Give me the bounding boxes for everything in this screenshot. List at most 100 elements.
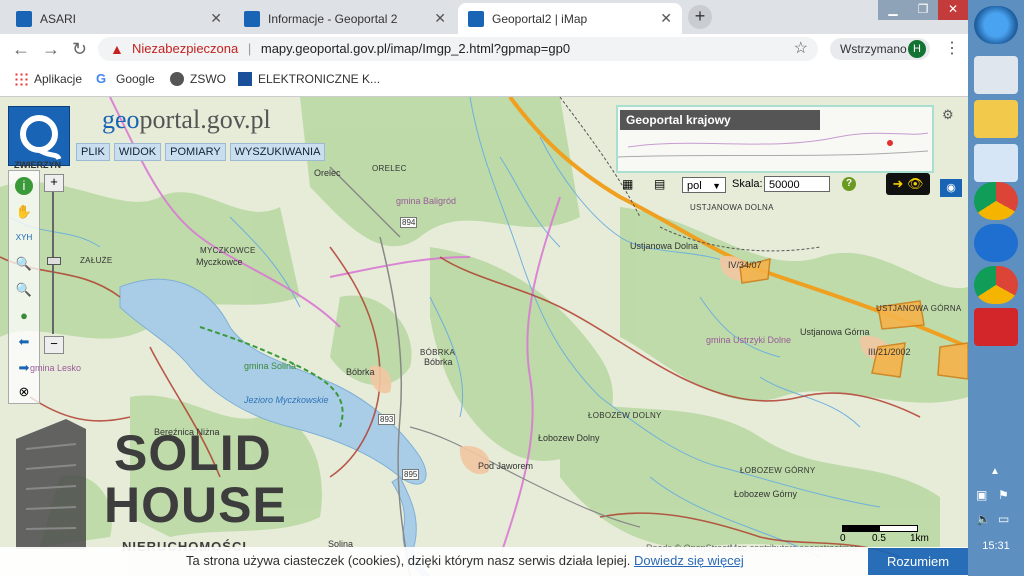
help-icon[interactable]: ? [842, 177, 856, 191]
globe-icon [170, 72, 184, 86]
avatar: H [908, 40, 926, 58]
bookmark-star-icon[interactable]: ☆ [794, 37, 808, 61]
map-label: Jezioro Myczkowskie [244, 395, 329, 405]
speaker-icon[interactable]: 🔈 [976, 512, 991, 526]
cookie-more-link[interactable]: Dowiedz się więcej [634, 553, 744, 568]
menu-kebab-icon[interactable]: ⋮ [944, 38, 960, 58]
map-canvas[interactable]: geoportal.gov.pl PLIK WIDOK POMIARY WYSZ… [0, 97, 968, 576]
back-arrow-icon[interactable]: ⬅ [15, 333, 33, 351]
tab-label: ASARI [40, 11, 77, 26]
tray-chevron-icon[interactable]: ▲ [990, 466, 1000, 477]
flag-icon[interactable]: ⚑ [998, 488, 1009, 502]
menu-widok[interactable]: WIDOK [113, 143, 162, 161]
map-label: ORELEC [372, 164, 407, 173]
menu-pomiary[interactable]: POMIARY [165, 143, 226, 161]
zoom-out-tool-icon[interactable]: 🔍 [15, 281, 33, 299]
map-label: gmina Baligród [396, 196, 457, 206]
road-number: 895 [402, 469, 420, 480]
tab-strip: ASARI ✕ Informacje - Geoportal 2 ✕ Geopo… [0, 0, 968, 34]
chrome-icon[interactable] [974, 182, 1018, 220]
map-label: MYCZKOWCE [200, 246, 256, 255]
watermark-line2: HOUSE [104, 477, 287, 533]
solid-house-watermark: SOLID HOUSE NIERUCHOMOŚCI [0, 415, 290, 565]
scale-tick: 1km [910, 533, 929, 544]
bookmark-apps[interactable]: Aplikacje [14, 72, 82, 86]
clock[interactable]: 15:31 [968, 540, 1024, 552]
zoom-out-button[interactable]: − [44, 336, 64, 354]
calculator-icon[interactable] [974, 56, 1018, 94]
coordinates-icon[interactable]: XYH [15, 229, 33, 247]
maximize-icon[interactable]: ❐ [908, 0, 938, 20]
address-input[interactable]: ▲ Niezabezpieczona | mapy.geoportal.gov.… [98, 37, 818, 61]
map-label: USTJANOWA DOLNA [690, 203, 774, 212]
pan-hand-icon[interactable]: ✋ [15, 203, 33, 221]
thunderbird-icon[interactable] [974, 224, 1018, 262]
close-tab-icon[interactable]: ✕ [210, 10, 222, 27]
scale-bar: 0 0.5 1km [840, 523, 940, 545]
zoom-slider[interactable]: + − [44, 174, 64, 356]
profile-button[interactable]: Wstrzymano H [830, 38, 930, 60]
google-icon: G [96, 71, 107, 86]
bookmark-zswo[interactable]: ZSWO [170, 72, 226, 86]
bookmark-google[interactable]: G Google [96, 71, 155, 87]
close-tab-icon[interactable]: ✕ [434, 10, 446, 27]
scale-label: Skala: [732, 178, 763, 190]
asari-favicon-icon [16, 10, 32, 27]
app-icon[interactable] [974, 308, 1018, 346]
cookie-accept-button[interactable]: Rozumiem [868, 548, 968, 575]
close-tab-icon[interactable]: ✕ [660, 10, 672, 27]
globe-icon[interactable]: ● [15, 307, 33, 325]
geoportal-menu: PLIK WIDOK POMIARY WYSZUKIWANIA [76, 143, 326, 161]
ekw-icon [238, 72, 252, 86]
tab-imap[interactable]: Geoportal2 | iMap ✕ [458, 3, 682, 34]
chrome-icon[interactable] [974, 266, 1018, 304]
zoom-in-tool-icon[interactable]: 🔍 [15, 255, 33, 273]
print-icon[interactable]: ▦ [622, 177, 633, 191]
eye-icon[interactable]: ◉ [940, 179, 962, 197]
reload-icon[interactable]: ↻ [72, 39, 87, 60]
bookmarks-bar: Aplikacje G Google ZSWO ELEKTRONICZNE K.… [0, 64, 968, 97]
chevron-down-icon: ▼ [712, 181, 721, 191]
minimize-icon[interactable]: ▁ [878, 0, 908, 20]
forward-icon[interactable]: → [42, 39, 60, 60]
info-icon[interactable]: i [15, 177, 33, 195]
geoportal-favicon-icon [468, 10, 484, 27]
map-label: III/21/2002 [868, 347, 911, 357]
tab-asari[interactable]: ASARI ✕ [6, 3, 232, 34]
bookmark-ekw[interactable]: ELEKTRONICZNE K... [238, 72, 380, 86]
settings-gear-icon[interactable]: ⚙ [942, 107, 954, 123]
menu-plik[interactable]: PLIK [76, 143, 110, 161]
new-tab-button[interactable]: + [688, 5, 712, 29]
export-icon[interactable]: ▤ [654, 177, 665, 191]
zoom-handle[interactable] [47, 257, 61, 265]
network-icon[interactable]: ▣ [976, 488, 987, 502]
cookie-banner: Ta strona używa ciasteczek (cookies), dz… [0, 547, 968, 576]
watermark-line1: SOLID [114, 425, 272, 481]
close-window-icon[interactable]: ✕ [938, 0, 968, 20]
start-button-icon[interactable] [974, 6, 1018, 44]
menu-wyszukiwania[interactable]: WYSZUKIWANIA [229, 143, 326, 161]
tab-informacje[interactable]: Informacje - Geoportal 2 ✕ [234, 3, 456, 34]
map-label: ŁOBOZEW GÓRNY [740, 466, 816, 475]
overview-map[interactable]: Geoportal krajowy [616, 105, 934, 173]
map-label: gmina Ustrzyki Dolne [706, 335, 792, 345]
separator: | [247, 41, 252, 56]
back-icon[interactable]: ← [12, 39, 30, 60]
zoom-in-button[interactable]: + [44, 174, 64, 192]
battery-icon[interactable]: ▭ [998, 512, 1009, 526]
scale-input[interactable]: 50000 [764, 176, 830, 192]
layers-visibility-button[interactable]: ➜ 👁 [886, 173, 930, 195]
bookmark-label: ELEKTRONICZNE K... [258, 72, 381, 86]
clear-icon[interactable]: ⊗ [15, 383, 33, 401]
map-label: Łobozew Dolny [538, 433, 600, 443]
language-select[interactable]: pol ▼ [682, 177, 726, 193]
security-label: Niezabezpieczona [132, 41, 239, 56]
bookmark-label: Google [116, 72, 155, 86]
map-label: USTJANOWA GÓRNA [876, 304, 962, 313]
folder-icon[interactable] [974, 100, 1018, 138]
map-label: Bóbrka [424, 357, 453, 367]
map-label: Myczkowce [196, 257, 243, 267]
windows-taskbar: ▲ ▣ ⚑ 🔈 ▭ 15:31 [968, 0, 1024, 576]
paint-icon[interactable] [974, 144, 1018, 182]
map-label: Ustjanowa Dolna [630, 241, 699, 251]
